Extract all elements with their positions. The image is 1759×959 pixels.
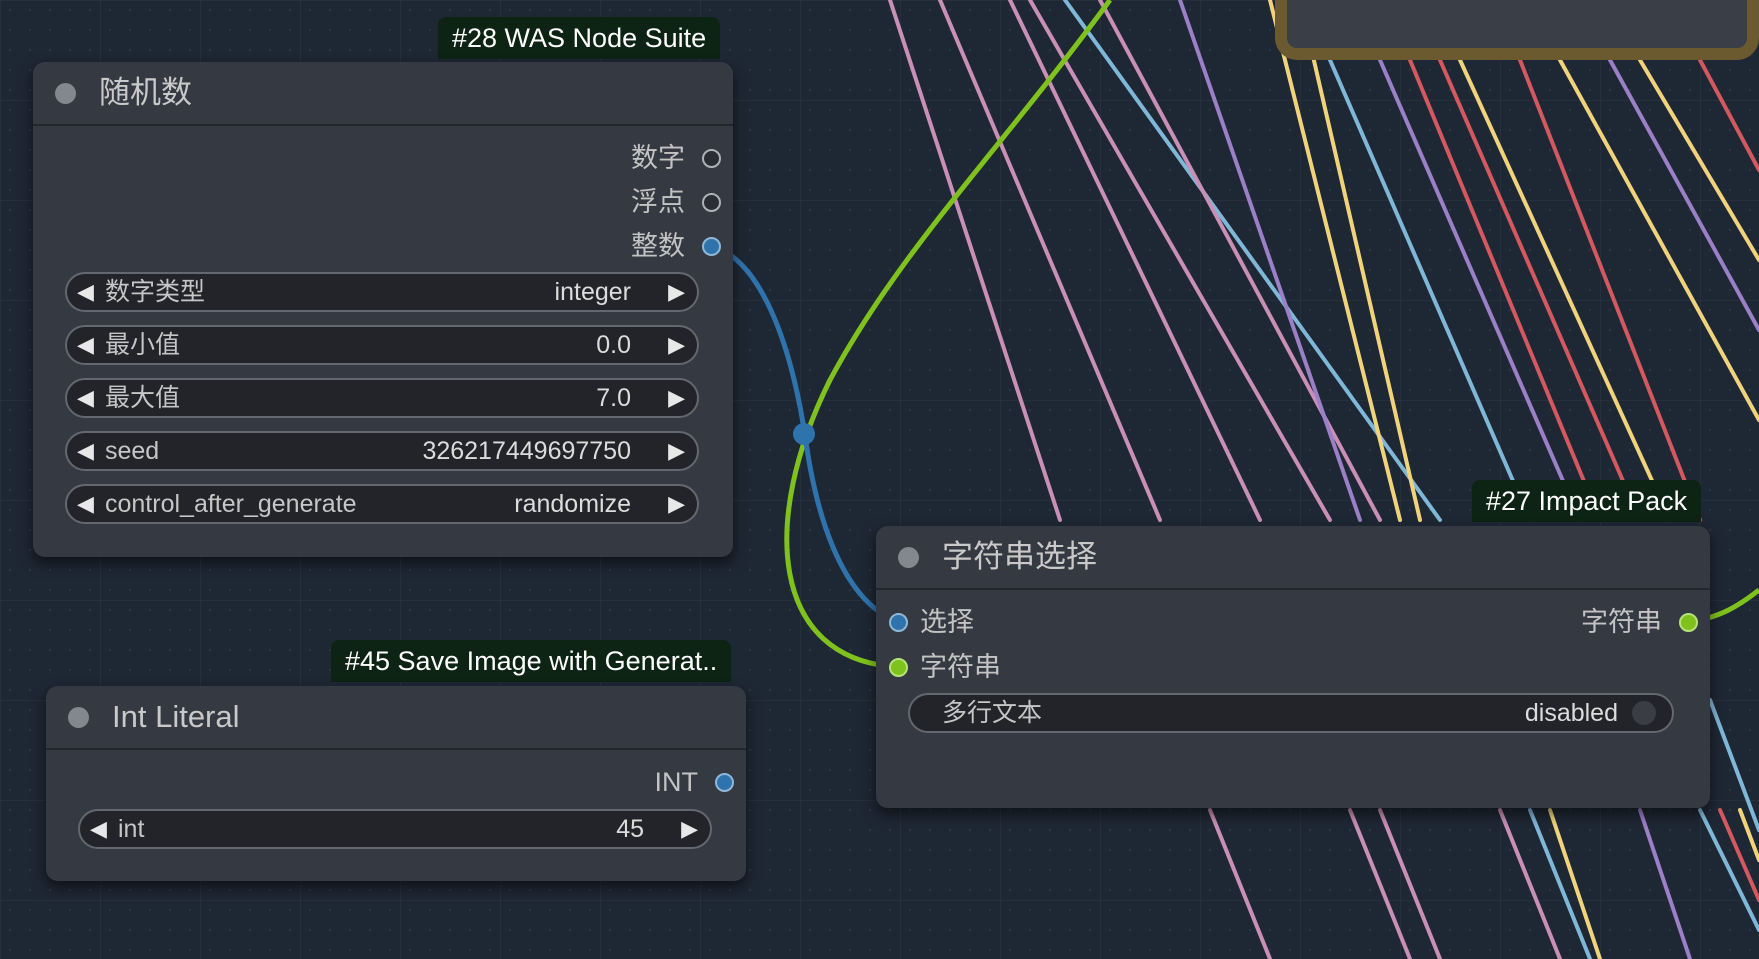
link-wire (1378, 808, 1442, 959)
random-number-node[interactable]: 随机数 数字 浮点 整数 ◀ 数字类型 integer ▶ ◀ 最小值 0.0 … (33, 62, 733, 557)
int-field[interactable]: ◀ int 45 ▶ (78, 809, 712, 849)
link-wire (1063, 0, 1442, 522)
decrement-arrow[interactable]: ◀ (77, 486, 94, 522)
collapse-dot[interactable] (898, 547, 919, 568)
link-wire (1528, 808, 1592, 959)
int-literal-node[interactable]: Int Literal INT ◀ int 45 ▶ (46, 686, 746, 881)
output-label-number: 数字 (631, 143, 685, 173)
link-wire (1638, 58, 1759, 262)
widget-label: 最小值 (105, 331, 181, 359)
widget-label: control_after_generate (105, 490, 357, 518)
increment-arrow[interactable]: ▶ (681, 811, 698, 847)
input-label-select: 选择 (920, 607, 974, 637)
link-wire (1208, 808, 1272, 959)
link-wire (1458, 58, 1672, 522)
output-slot-int[interactable] (702, 237, 721, 256)
link-wire (1548, 808, 1602, 959)
group-frame[interactable] (1275, 0, 1759, 60)
node-title: 随机数 (99, 75, 192, 110)
node-badge: #27 Impact Pack (1472, 480, 1702, 522)
widget-label: 数字类型 (105, 278, 206, 306)
input-label-string: 字符串 (920, 652, 1001, 682)
widget-label: int (118, 815, 145, 843)
decrement-arrow[interactable]: ◀ (90, 811, 107, 847)
increment-arrow[interactable]: ▶ (668, 380, 685, 416)
link-wire (1708, 698, 1759, 832)
control-after-generate-combo[interactable]: ◀ control_after_generate randomize ▶ (65, 484, 699, 524)
increment-arrow[interactable]: ▶ (668, 327, 685, 363)
input-slot-string[interactable] (889, 658, 908, 677)
node-badge: #45 Save Image with Generat.. (331, 640, 732, 682)
node-title: Int Literal (112, 699, 240, 734)
widget-value: randomize (514, 490, 631, 518)
wire-midpoint[interactable] (793, 423, 815, 445)
decrement-arrow[interactable]: ◀ (77, 274, 94, 310)
link-wire (1328, 58, 1532, 522)
number-type-combo[interactable]: ◀ 数字类型 integer ▶ (65, 272, 699, 312)
widget-value: 45 (616, 815, 644, 843)
decrement-arrow[interactable]: ◀ (77, 433, 94, 469)
output-slot-string[interactable] (1679, 613, 1698, 632)
max-value-field[interactable]: ◀ 最大值 7.0 ▶ (65, 378, 699, 418)
node-badge: #28 WAS Node Suite (438, 17, 721, 59)
link-wire (1498, 808, 1562, 959)
seed-field[interactable]: ◀ seed 326217449697750 ▶ (65, 431, 699, 471)
link-wire (1348, 808, 1412, 959)
increment-arrow[interactable]: ▶ (668, 433, 685, 469)
node-title: 字符串选择 (942, 539, 1097, 574)
widget-value: integer (554, 278, 631, 306)
link-wire (1638, 808, 1692, 959)
node-header[interactable]: 随机数 (33, 62, 733, 126)
collapse-dot[interactable] (55, 83, 76, 104)
multiline-toggle[interactable]: 多行文本 disabled (908, 693, 1674, 733)
min-value-field[interactable]: ◀ 最小值 0.0 ▶ (65, 325, 699, 365)
widget-value: 7.0 (596, 384, 631, 412)
link-wire (1378, 58, 1582, 522)
collapse-dot[interactable] (68, 707, 89, 728)
output-slot-number[interactable] (702, 149, 721, 168)
output-slot-float[interactable] (702, 193, 721, 212)
widget-label: seed (105, 437, 160, 465)
output-label-string: 字符串 (1581, 607, 1662, 637)
increment-arrow[interactable]: ▶ (668, 486, 685, 522)
output-label-int: 整数 (631, 231, 685, 261)
link-wire (1408, 58, 1602, 522)
widget-label: 最大值 (105, 384, 181, 412)
decrement-arrow[interactable]: ◀ (77, 327, 94, 363)
link-wire (1698, 58, 1759, 172)
toggle-knob[interactable] (1632, 701, 1656, 725)
decrement-arrow[interactable]: ◀ (77, 380, 94, 416)
widget-value: 0.0 (596, 331, 631, 359)
node-header[interactable]: 字符串选择 (876, 526, 1710, 590)
link-wire (1298, 0, 1422, 522)
increment-arrow[interactable]: ▶ (668, 274, 685, 310)
output-slot-int[interactable] (715, 773, 734, 792)
output-label-float: 浮点 (631, 187, 685, 217)
input-slot-select[interactable] (889, 613, 908, 632)
link-wire (1028, 0, 1332, 522)
widget-value: disabled (1524, 699, 1618, 727)
output-label-int: INT (654, 767, 699, 797)
widget-value: 326217449697750 (422, 437, 631, 465)
widget-label: 多行文本 (942, 699, 1043, 727)
string-select-node[interactable]: 字符串选择 选择 字符串 字符串 多行文本 disabled (876, 526, 1710, 808)
node-header[interactable]: Int Literal (46, 686, 746, 750)
